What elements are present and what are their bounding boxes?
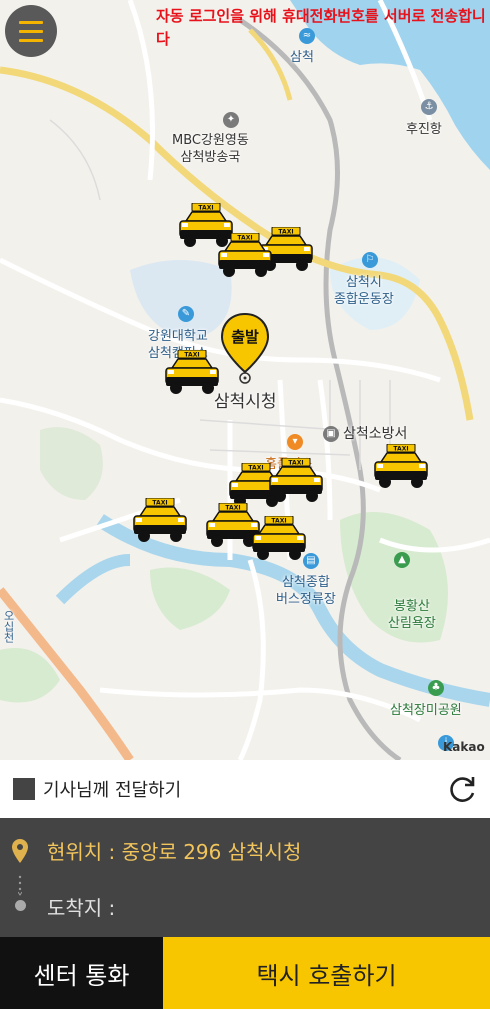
destination-text: 도착지 : (47, 895, 116, 920)
beach-icon: ≈ (299, 28, 315, 44)
taxi-call-button[interactable]: 택시 호출하기 (163, 937, 490, 1009)
map-attribution: Kakao (443, 740, 485, 754)
center-call-button[interactable]: 센터 통화 (0, 937, 163, 1009)
taxi-marker: TAXI (374, 444, 428, 488)
start-pin-label: 출발 (231, 328, 259, 346)
place-firestation: 삼척소방서 (343, 426, 408, 442)
refresh-icon[interactable] (448, 774, 478, 804)
place-river: 오십천 (2, 610, 15, 643)
menu-button[interactable] (5, 5, 57, 57)
svg-text:TAXI: TAXI (248, 465, 263, 472)
deliver-checkbox[interactable] (13, 778, 35, 800)
location-panel: 현위치 : 중앙로 296 삼척시청 도착지 : (0, 818, 490, 937)
phone-number-notice: 자동 로그인을 위해 휴대전화번호를 서버로 전송합니다 (156, 7, 486, 48)
port-icon: ⚓ (421, 99, 437, 115)
svg-text:TAXI: TAXI (198, 205, 213, 212)
place-forest: 봉황산 산림욕장 (388, 599, 436, 631)
mountain-icon: ▲ (394, 552, 410, 568)
place-cityhall: 삼척시청 (214, 392, 277, 412)
place-terminal: 삼척종합 버스정류장 (276, 575, 336, 607)
destination-dot-icon (15, 900, 26, 911)
stadium-icon: ⚐ (362, 252, 378, 268)
current-location-row[interactable]: 현위치 : 중앙로 296 삼척시청 (0, 830, 490, 870)
start-pin-icon[interactable]: 출발 (220, 312, 270, 384)
svg-text:TAXI: TAXI (393, 446, 408, 453)
svg-text:TAXI: TAXI (225, 505, 240, 512)
menu-icon-line (19, 20, 43, 24)
destination-row[interactable]: 도착지 : (0, 886, 490, 926)
svg-text:TAXI: TAXI (288, 460, 303, 467)
park-icon: ♣ (428, 680, 444, 696)
taxi-marker: TAXI (165, 350, 219, 394)
svg-text:TAXI: TAXI (271, 518, 286, 525)
location-pin-icon (12, 839, 28, 863)
place-mbc: MBC강원영동 삼척방송국 (172, 133, 249, 165)
place-park: 삼척장미공원 (390, 703, 462, 718)
broadcast-icon: ✦ (223, 112, 239, 128)
deliver-label: 기사님께 전달하기 (43, 780, 182, 801)
svg-text:TAXI: TAXI (152, 500, 167, 507)
place-hujinhang: 후진항 (406, 122, 442, 137)
taxi-marker: TAXI (218, 233, 272, 277)
taxi-marker: TAXI (252, 516, 306, 560)
taxi-marker: TAXI (269, 458, 323, 502)
place-stadium: 삼척시 종합운동장 (334, 275, 394, 307)
menu-icon-line (19, 29, 43, 33)
school-icon: ✎ (178, 306, 194, 322)
place-samcheok: 삼척 (290, 50, 314, 65)
fire-station-icon: ▣ (323, 426, 339, 442)
menu-icon-line (19, 38, 43, 42)
current-location-text: 현위치 : 중앙로 296 삼척시청 (47, 839, 302, 864)
shopping-icon: ▾ (287, 434, 303, 450)
svg-text:TAXI: TAXI (237, 235, 252, 242)
map-view[interactable]: 자동 로그인을 위해 휴대전화번호를 서버로 전송합니다 ≈ 삼척 ⚓ 후진항 … (0, 0, 490, 760)
svg-text:TAXI: TAXI (278, 229, 293, 236)
taxi-marker: TAXI (133, 498, 187, 542)
deliver-to-driver-bar: 기사님께 전달하기 (0, 760, 490, 818)
svg-text:TAXI: TAXI (184, 352, 199, 359)
